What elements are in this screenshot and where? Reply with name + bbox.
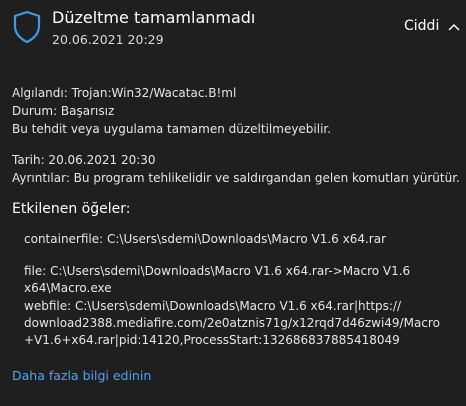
chevron-up-icon[interactable] bbox=[447, 18, 461, 36]
detection-date: Tarih: 20.06.2021 20:30 bbox=[12, 153, 156, 167]
notification-datetime: 20.06.2021 20:29 bbox=[52, 32, 164, 47]
detected-threat: Algılandı: Trojan:Win32/Wacatac.B!ml bbox=[12, 86, 237, 100]
severity-label: Ciddi bbox=[404, 18, 440, 34]
notification-title: Düzeltme tamamlanmadı bbox=[52, 8, 256, 27]
shield-icon bbox=[12, 10, 42, 44]
learn-more-link[interactable]: Daha fazla bilgi edinin bbox=[12, 368, 151, 383]
affected-item: containerfile: C:\Users\sdemi\Downloads\… bbox=[24, 232, 387, 246]
affected-item: file: C:\Users\sdemi\Downloads\Macro V1.… bbox=[24, 264, 411, 295]
affected-item: webfile: C:\Users\sdemi\Downloads\Macro … bbox=[24, 299, 440, 347]
status-text: Durum: Başarısız bbox=[12, 104, 115, 118]
details-text: Ayrıntılar: Bu program tehlikelidir ve s… bbox=[12, 171, 460, 185]
remediation-note: Bu tehdit veya uygulama tamamen düzeltil… bbox=[12, 122, 332, 136]
affected-items-heading: Etkilenen öğeler: bbox=[12, 201, 131, 217]
